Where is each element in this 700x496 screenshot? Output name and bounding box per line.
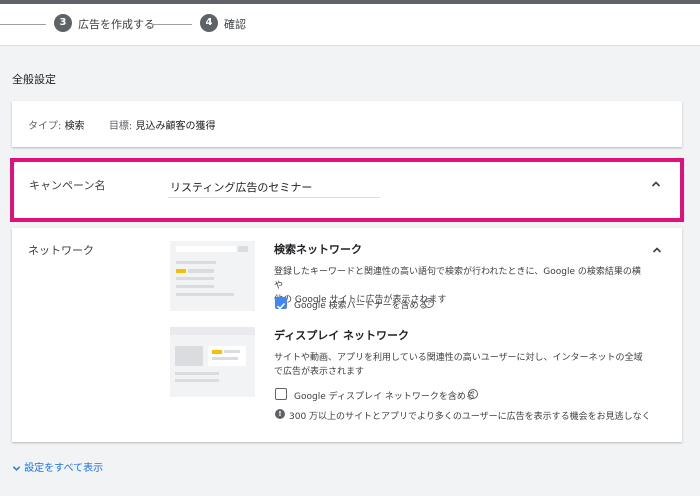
stepper-line <box>152 24 192 25</box>
step-4-circle[interactable]: 4 <box>200 14 218 32</box>
search-network-desc-line-1: 登録したキーワードと関連性の高い語句で検索が行われたときに、Google の検索… <box>274 267 641 291</box>
step-3-circle[interactable]: 3 <box>54 14 72 32</box>
type-goal-card: タイプ: 検索 目標: 見込み顧客の獲得 <box>12 101 682 147</box>
display-network-desc-line-1: サイトや動画、アプリを利用している関連性の高いユーザーに対し、インターネットの全… <box>274 353 643 363</box>
type-label: タイプ: <box>28 121 62 132</box>
search-network-illustration <box>170 241 255 311</box>
show-all-settings-link[interactable]: 設定をすべて表示 <box>12 459 103 474</box>
network-card: ネットワーク 検索ネットワーク 登録したキーワードと関連性の高い語句で検索が行わ… <box>12 228 682 442</box>
type-goal-row: タイプ: 検索 目標: 見込み顧客の獲得 <box>28 117 216 132</box>
type-value: 検索 <box>64 121 85 132</box>
goal-label: 目標: <box>108 121 133 132</box>
search-network-title: 検索ネットワーク <box>274 243 362 256</box>
stepper: 3 広告を作成する 4 確認 <box>0 4 700 46</box>
campaign-name-label: キャンペーン名 <box>29 179 106 192</box>
display-network-illustration <box>170 327 255 397</box>
stepper-line <box>0 24 46 25</box>
display-network-info-text: 300 万以上のサイトとアプリでより多くのユーザーに広告を表示する機会をお見逃し… <box>289 412 651 422</box>
checkmark-icon <box>276 302 286 310</box>
help-icon[interactable]: ? <box>468 389 478 399</box>
collapse-chevron-up-icon[interactable] <box>652 245 662 255</box>
search-partners-checkbox[interactable] <box>275 297 287 310</box>
display-network-description: サイトや動画、アプリを利用している関連性の高いユーザーに対し、インターネットの全… <box>274 351 644 379</box>
info-icon: ! <box>275 409 285 419</box>
campaign-name-input[interactable] <box>168 176 380 198</box>
display-network-checkbox[interactable] <box>275 388 287 400</box>
show-all-settings-label[interactable]: 設定をすべて表示 <box>24 463 103 474</box>
chevron-down-icon <box>12 465 21 471</box>
goal-value: 見込み顧客の獲得 <box>135 121 216 132</box>
display-network-checkbox-label[interactable]: Google ディスプレイ ネットワークを含める <box>294 389 475 402</box>
display-network-desc-line-2: で広告が表示されます <box>274 367 365 377</box>
campaign-name-card: キャンペーン名 <box>10 158 684 222</box>
section-title: 全般設定 <box>12 73 56 86</box>
help-icon[interactable]: ? <box>424 298 434 308</box>
step-4-label[interactable]: 確認 <box>224 16 246 32</box>
search-partners-label[interactable]: Google 検索パートナーを含める <box>294 298 428 311</box>
display-network-title: ディスプレイ ネットワーク <box>274 329 410 342</box>
collapse-chevron-up-icon[interactable] <box>651 179 661 189</box>
step-3-label[interactable]: 広告を作成する <box>78 16 155 32</box>
network-label: ネットワーク <box>28 244 94 257</box>
